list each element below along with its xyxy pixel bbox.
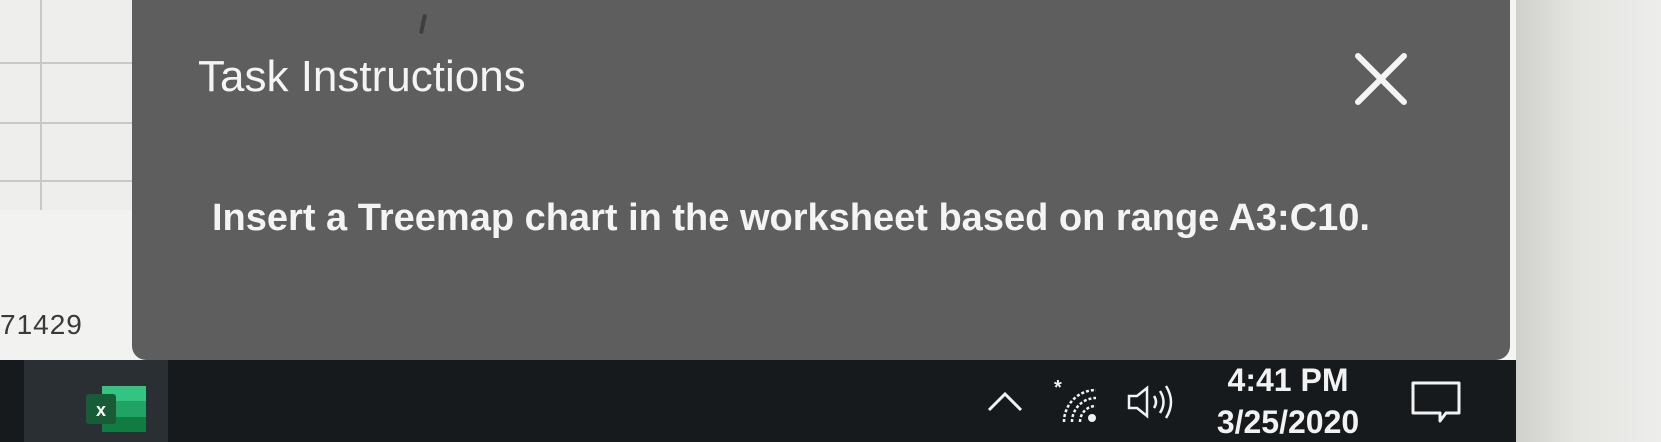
- panel-title: Task Instructions: [198, 52, 526, 101]
- taskbar: x * 4:41 PM 3/25/2020: [0, 360, 1516, 442]
- close-button[interactable]: [1350, 48, 1412, 110]
- taskbar-excel-button[interactable]: x: [24, 360, 168, 442]
- task-instruction-text: Insert a Treemap chart in the worksheet …: [212, 197, 1370, 239]
- clock-time: 4:41 PM: [1227, 362, 1349, 398]
- taskbar-clock[interactable]: 4:41 PM 3/25/2020: [1198, 360, 1378, 442]
- spreadsheet-cell[interactable]: 71429: [0, 309, 83, 341]
- task-instructions-panel: Task Instructions Insert a Treemap chart…: [132, 0, 1510, 360]
- clock-date: 3/25/2020: [1216, 404, 1360, 440]
- volume-icon[interactable]: [1125, 382, 1177, 422]
- svg-text:x: x: [96, 400, 106, 420]
- close-icon: [1355, 53, 1407, 105]
- monitor-bezel: [1516, 0, 1661, 442]
- chevron-up-icon[interactable]: [985, 390, 1025, 414]
- grid-line: [40, 0, 42, 210]
- excel-icon: x: [86, 386, 146, 432]
- wifi-icon[interactable]: *: [1052, 378, 1102, 426]
- notification-icon[interactable]: [1410, 380, 1462, 424]
- svg-text:*: *: [1054, 378, 1062, 399]
